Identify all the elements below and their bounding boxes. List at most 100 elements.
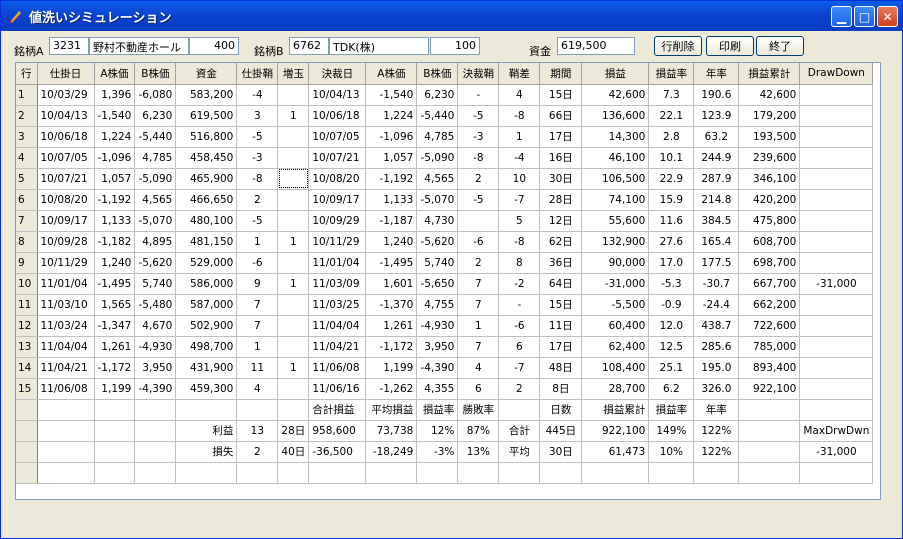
table-cell[interactable]: 1,224 bbox=[94, 126, 136, 148]
table-cell[interactable]: -5 bbox=[236, 210, 279, 232]
table-cell[interactable] bbox=[277, 252, 310, 274]
table-cell[interactable]: -5,090 bbox=[416, 147, 459, 169]
table-cell[interactable]: 利益 bbox=[175, 420, 238, 442]
table-cell[interactable] bbox=[738, 420, 801, 442]
table-cell[interactable] bbox=[277, 462, 310, 484]
table-cell[interactable]: 27.6 bbox=[648, 231, 695, 253]
table-cell[interactable] bbox=[799, 378, 874, 400]
table-cell[interactable] bbox=[94, 399, 136, 421]
table-cell[interactable] bbox=[134, 441, 177, 463]
table-cell[interactable]: 475,800 bbox=[738, 210, 801, 232]
table-cell[interactable]: 465,900 bbox=[175, 168, 238, 190]
table-cell[interactable]: 63.2 bbox=[693, 126, 740, 148]
table-cell[interactable]: -6 bbox=[498, 315, 541, 337]
table-cell[interactable]: 1 bbox=[277, 231, 310, 253]
table-cell[interactable]: 6 bbox=[457, 378, 500, 400]
table-cell[interactable]: 11日 bbox=[539, 315, 583, 337]
table-cell[interactable] bbox=[277, 399, 310, 421]
table-cell[interactable]: 62日 bbox=[539, 231, 583, 253]
table-cell[interactable]: 2 bbox=[236, 189, 279, 211]
row-header[interactable]: 14 bbox=[16, 357, 38, 379]
table-cell[interactable]: 4,895 bbox=[134, 231, 177, 253]
table-cell[interactable]: -1,096 bbox=[365, 126, 418, 148]
table-cell[interactable]: -5,070 bbox=[134, 210, 177, 232]
table-cell[interactable]: 6,230 bbox=[416, 84, 459, 106]
table-cell[interactable]: 244.9 bbox=[693, 147, 740, 169]
table-cell[interactable]: -8 bbox=[236, 168, 279, 190]
print-button[interactable]: 印刷 bbox=[706, 36, 754, 56]
table-cell[interactable]: -1,192 bbox=[94, 189, 136, 211]
table-cell[interactable]: -5 bbox=[457, 105, 500, 127]
table-cell[interactable]: 10/09/17 bbox=[37, 210, 95, 232]
table-cell[interactable]: 3,950 bbox=[134, 357, 177, 379]
row-header[interactable] bbox=[16, 462, 38, 484]
table-cell[interactable]: 13 bbox=[236, 420, 279, 442]
table-cell[interactable]: 190.6 bbox=[693, 84, 740, 106]
row-header[interactable]: 10 bbox=[16, 273, 38, 295]
table-cell[interactable]: 1,199 bbox=[94, 378, 136, 400]
table-cell[interactable]: 10/07/21 bbox=[308, 147, 367, 169]
table-cell[interactable]: 8 bbox=[498, 252, 541, 274]
table-cell[interactable] bbox=[277, 126, 310, 148]
table-cell[interactable]: 60,400 bbox=[581, 315, 650, 337]
table-cell[interactable]: 1,057 bbox=[365, 147, 418, 169]
table-cell[interactable]: 698,700 bbox=[738, 252, 801, 274]
table-cell[interactable]: 11.6 bbox=[648, 210, 695, 232]
table-cell[interactable] bbox=[134, 420, 177, 442]
table-cell[interactable]: 1,261 bbox=[365, 315, 418, 337]
table-cell[interactable]: 28日 bbox=[277, 420, 310, 442]
table-cell[interactable] bbox=[799, 399, 874, 421]
table-cell[interactable]: 458,450 bbox=[175, 147, 238, 169]
table-cell[interactable]: 13% bbox=[457, 441, 500, 463]
table-cell[interactable]: 179,200 bbox=[738, 105, 801, 127]
table-cell[interactable]: - bbox=[498, 294, 541, 316]
table-cell[interactable]: 214.8 bbox=[693, 189, 740, 211]
table-cell[interactable]: 17日 bbox=[539, 126, 583, 148]
table-cell[interactable]: 16日 bbox=[539, 147, 583, 169]
table-cell[interactable]: 5 bbox=[498, 210, 541, 232]
table-cell[interactable] bbox=[37, 420, 95, 442]
table-cell[interactable]: 6,230 bbox=[134, 105, 177, 127]
table-cell[interactable]: 8日 bbox=[539, 378, 583, 400]
table-cell[interactable]: 73,738 bbox=[365, 420, 418, 442]
table-cell[interactable]: 958,600 bbox=[308, 420, 367, 442]
stock-a-code-field[interactable]: 3231 bbox=[49, 37, 89, 55]
table-cell[interactable]: 10/04/13 bbox=[37, 105, 95, 127]
table-cell[interactable]: -1,347 bbox=[94, 315, 136, 337]
table-cell[interactable]: 239,600 bbox=[738, 147, 801, 169]
table-cell[interactable]: 48日 bbox=[539, 357, 583, 379]
table-cell[interactable]: 4,355 bbox=[416, 378, 459, 400]
table-cell[interactable]: 195.0 bbox=[693, 357, 740, 379]
table-cell[interactable]: -4 bbox=[498, 147, 541, 169]
table-cell[interactable]: 384.5 bbox=[693, 210, 740, 232]
table-cell[interactable] bbox=[37, 441, 95, 463]
table-cell[interactable]: 6.2 bbox=[648, 378, 695, 400]
table-cell[interactable]: - bbox=[457, 84, 500, 106]
table-cell[interactable]: 15日 bbox=[539, 294, 583, 316]
table-cell[interactable]: -1,370 bbox=[365, 294, 418, 316]
table-cell[interactable]: 1,224 bbox=[365, 105, 418, 127]
table-cell[interactable] bbox=[94, 441, 136, 463]
table-cell[interactable] bbox=[365, 462, 418, 484]
table-cell[interactable] bbox=[236, 399, 279, 421]
table-cell[interactable] bbox=[738, 441, 801, 463]
row-header[interactable]: 15 bbox=[16, 378, 38, 400]
row-header[interactable]: 2 bbox=[16, 105, 38, 127]
minimize-button[interactable]: ▁ bbox=[831, 6, 852, 27]
table-cell[interactable]: 285.6 bbox=[693, 336, 740, 358]
table-cell[interactable]: 10/04/13 bbox=[308, 84, 367, 106]
row-header[interactable] bbox=[16, 441, 38, 463]
table-cell[interactable]: 2.8 bbox=[648, 126, 695, 148]
table-cell[interactable]: 10/09/28 bbox=[37, 231, 95, 253]
table-cell[interactable]: 136,600 bbox=[581, 105, 650, 127]
table-cell[interactable]: 667,700 bbox=[738, 273, 801, 295]
table-cell[interactable] bbox=[416, 462, 459, 484]
table-cell[interactable]: 502,900 bbox=[175, 315, 238, 337]
row-header[interactable] bbox=[16, 399, 38, 421]
stock-b-name-field[interactable]: TDK(株) bbox=[329, 37, 429, 55]
table-cell[interactable]: 785,000 bbox=[738, 336, 801, 358]
table-cell[interactable]: 11/04/21 bbox=[37, 357, 95, 379]
table-cell[interactable]: 11/03/10 bbox=[37, 294, 95, 316]
table-cell[interactable]: 9 bbox=[236, 273, 279, 295]
table-cell[interactable]: -1,187 bbox=[365, 210, 418, 232]
